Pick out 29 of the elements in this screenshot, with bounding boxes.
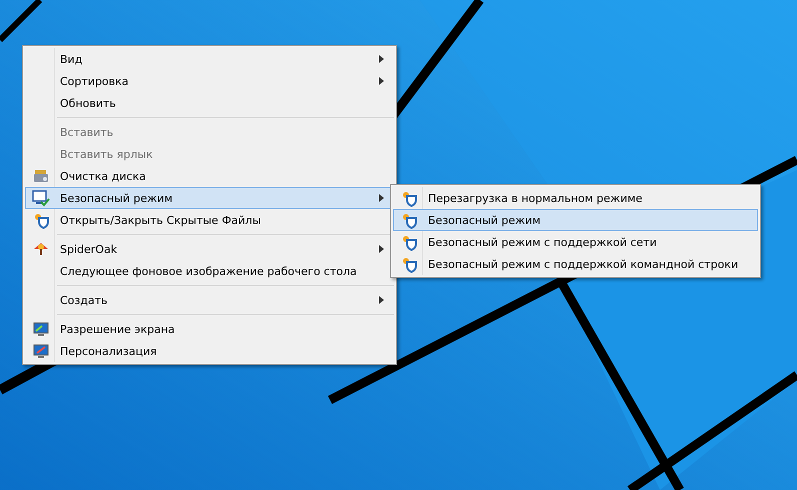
menu-item[interactable]: Создать — [25, 289, 394, 311]
menu-item[interactable]: Обновить — [25, 92, 394, 114]
monitor-brush-icon — [33, 344, 49, 358]
shield-icon — [400, 256, 418, 272]
menu-item[interactable]: Безопасный режим — [393, 209, 758, 231]
menu-item[interactable]: Сортировка — [25, 70, 394, 92]
menu-item[interactable]: Очистка диска — [25, 165, 394, 187]
menu-item[interactable]: Открыть/Закрыть Скрытые Файлы — [25, 209, 394, 231]
submenu-arrow-icon — [379, 77, 384, 85]
menu-item[interactable]: Перезагрузка в нормальном режиме — [393, 187, 758, 209]
menu-item[interactable]: Безопасный режим с поддержкой сети — [393, 231, 758, 253]
menu-item[interactable]: Персонализация — [25, 340, 394, 362]
monitor-icon — [33, 322, 49, 336]
drive-icon — [33, 169, 49, 183]
shield-icon — [32, 212, 50, 228]
menu-item[interactable]: Разрешение экрана — [25, 318, 394, 340]
tree-icon — [33, 242, 49, 256]
submenu-arrow-icon — [379, 194, 384, 202]
shield-icon — [400, 234, 418, 250]
shield-icon — [400, 190, 418, 206]
menu-item[interactable]: Вид — [25, 48, 394, 70]
submenu-arrow-icon — [379, 55, 384, 63]
shield-icon — [400, 212, 418, 228]
submenu-arrow-icon — [379, 245, 384, 253]
menu-item[interactable]: Безопасный режим с поддержкой командной строки — [393, 253, 758, 275]
menu-item[interactable]: Следующее фоновое изображение рабочего стола — [25, 260, 394, 282]
menu-item[interactable]: SpiderOak — [25, 238, 394, 260]
submenu-arrow-icon — [379, 296, 384, 304]
monitor-check-icon — [32, 190, 50, 206]
